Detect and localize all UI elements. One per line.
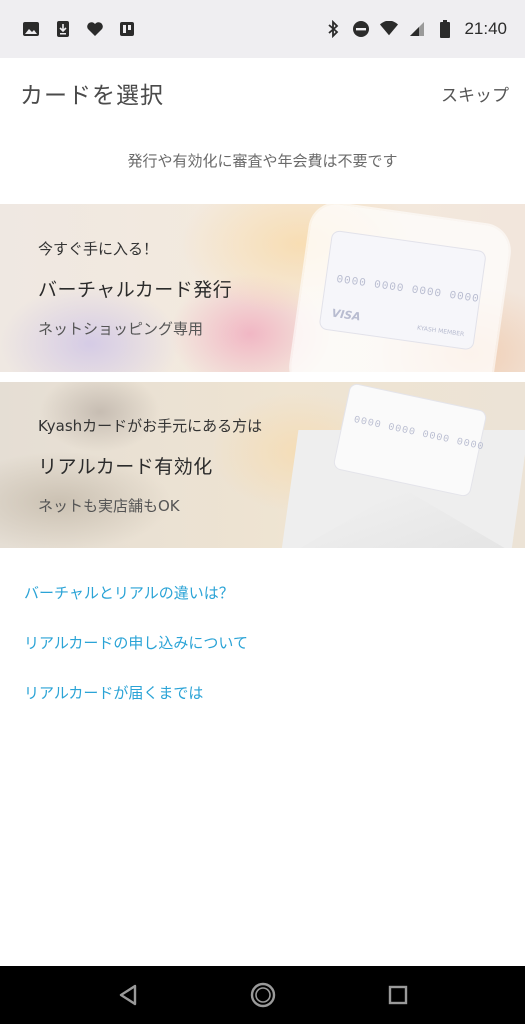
- card-number: 0000 0000 0000 0000: [335, 273, 481, 306]
- banner-kicker: 今すぐ手に入る！: [38, 239, 159, 258]
- banner-title: バーチャルカード発行: [38, 278, 233, 301]
- page-title: カードを選択: [20, 83, 164, 109]
- real-card-banner[interactable]: 0000 0000 0000 0000 Kyashカードがお手元にある方は リア…: [0, 382, 525, 548]
- link-until-card-arrives[interactable]: リアルカードが届くまでは: [24, 680, 248, 730]
- signal-icon: [408, 20, 426, 38]
- app-bar: カードを選択 スキップ: [0, 58, 525, 128]
- virtual-card-banner[interactable]: 0000 0000 0000 0000 VISA KYASH MEMBER 今す…: [0, 204, 525, 372]
- book-icon: [118, 20, 136, 38]
- skip-button[interactable]: スキップ: [441, 81, 509, 106]
- banner-description: ネットも実店舗もOK: [38, 496, 180, 515]
- envelope-illustration: 0000 0000 0000 0000: [280, 382, 525, 548]
- download-icon: [54, 20, 72, 38]
- status-bar: 21:40: [0, 0, 525, 58]
- image-icon: [22, 20, 40, 38]
- home-icon[interactable]: [243, 975, 283, 1015]
- recents-icon[interactable]: [378, 975, 418, 1015]
- wifi-icon: [380, 20, 399, 38]
- banner-title: リアルカード有効化: [38, 455, 213, 478]
- card-member: KYASH MEMBER: [416, 324, 465, 339]
- system-status: 21:40: [324, 19, 507, 39]
- virtual-card-text: 今すぐ手に入る！ バーチャルカード発行 ネットショッピング専用: [38, 204, 232, 372]
- phone-illustration: 0000 0000 0000 0000 VISA KYASH MEMBER: [287, 204, 513, 372]
- back-icon[interactable]: [108, 975, 148, 1015]
- clock: 21:40: [464, 19, 507, 38]
- card-number: 0000 0000 0000 0000: [352, 415, 486, 454]
- banner-kicker: Kyashカードがお手元にある方は: [38, 416, 263, 435]
- heart-icon: [86, 20, 104, 38]
- banner-description: ネットショッピング専用: [38, 319, 204, 338]
- subtitle: 発行や有効化に審査や年会費は不要です: [127, 152, 398, 170]
- do-not-disturb-icon: [352, 20, 370, 38]
- battery-icon: [436, 20, 454, 38]
- bluetooth-icon: [324, 20, 342, 38]
- help-links: バーチャルとリアルの違いは？ リアルカードの申し込みについて リアルカードが届く…: [24, 580, 248, 730]
- link-real-card-application[interactable]: リアルカードの申し込みについて: [24, 630, 248, 680]
- card-brand: VISA: [330, 306, 362, 324]
- link-virtual-vs-real[interactable]: バーチャルとリアルの違いは？: [24, 580, 248, 630]
- system-nav-bar: [0, 966, 525, 1024]
- notification-icons: [22, 20, 136, 38]
- real-card-text: Kyashカードがお手元にある方は リアルカード有効化 ネットも実店舗もOK: [38, 382, 262, 548]
- virtual-card-illustration: 0000 0000 0000 0000 VISA KYASH MEMBER: [318, 229, 487, 351]
